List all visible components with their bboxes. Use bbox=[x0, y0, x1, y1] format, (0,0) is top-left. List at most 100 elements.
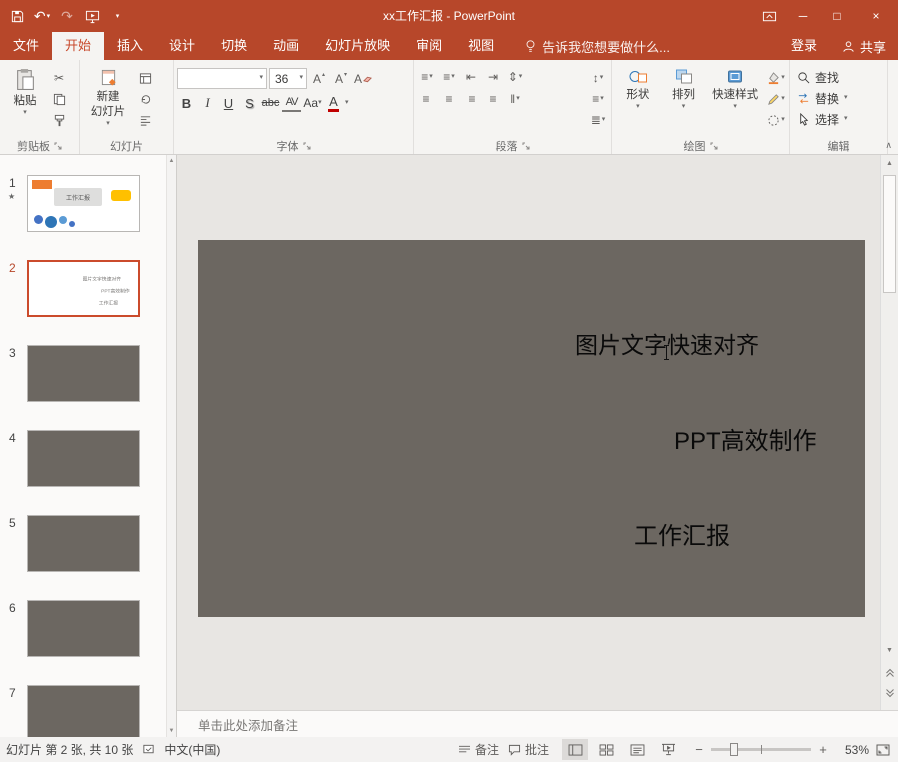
slide-thumbnail-2-selected[interactable]: 2 图片文字快速对齐 PPT高效制作 工作汇报 bbox=[0, 260, 176, 320]
zoom-slider[interactable] bbox=[711, 748, 811, 751]
tab-insert[interactable]: 插入 bbox=[104, 32, 156, 60]
shape-effects-button[interactable]: ▾ bbox=[766, 111, 786, 129]
notes-toggle-button[interactable]: 备注 bbox=[458, 741, 499, 758]
bullets-button[interactable]: ≡▾ bbox=[417, 68, 437, 86]
save-button[interactable] bbox=[6, 4, 28, 28]
close-button[interactable]: × bbox=[854, 0, 898, 32]
change-case-button[interactable]: Aa▾ bbox=[303, 93, 322, 113]
slide-thumbnail-5[interactable]: 5 bbox=[0, 515, 176, 575]
character-spacing-button[interactable]: AV bbox=[282, 95, 301, 112]
text-direction-button[interactable]: ↕▾ bbox=[588, 69, 608, 87]
spell-check-icon[interactable] bbox=[142, 743, 155, 756]
slide-text-line2[interactable]: PPT高效制作 bbox=[674, 421, 817, 456]
main-scrollbar[interactable]: ▲ ▼ bbox=[880, 155, 898, 710]
shape-fill-button[interactable]: ▾ bbox=[766, 69, 786, 87]
collapse-ribbon-button[interactable]: ∧ bbox=[885, 140, 892, 151]
start-from-beginning-button[interactable] bbox=[81, 4, 103, 28]
thumbnail-preview[interactable] bbox=[27, 600, 140, 657]
tab-review[interactable]: 审阅 bbox=[403, 32, 455, 60]
undo-button[interactable]: ↶▾ bbox=[31, 4, 53, 28]
paste-button[interactable]: 粘贴 ▾ bbox=[3, 63, 47, 138]
replace-button[interactable]: 替换▾ bbox=[797, 90, 848, 107]
font-size-combo[interactable]: 36 ▾ bbox=[269, 68, 307, 89]
scroll-up-icon[interactable]: ▲ bbox=[167, 158, 176, 164]
clipboard-dialog-launcher[interactable] bbox=[54, 142, 62, 150]
align-center-button[interactable]: ≡ bbox=[439, 90, 459, 108]
zoom-in-button[interactable]: + bbox=[818, 742, 828, 757]
slide-number[interactable]: 4 bbox=[9, 431, 16, 445]
share-button[interactable]: 共享 bbox=[830, 32, 898, 60]
slide-number[interactable]: 5 bbox=[9, 516, 16, 530]
increase-indent-button[interactable]: ⇥ bbox=[483, 68, 503, 86]
font-name-combo[interactable]: ▾ bbox=[177, 68, 267, 89]
drawing-dialog-launcher[interactable] bbox=[710, 142, 718, 150]
tab-design[interactable]: 设计 bbox=[156, 32, 208, 60]
scroll-up-icon[interactable]: ▲ bbox=[881, 160, 898, 167]
copy-button[interactable] bbox=[49, 90, 69, 108]
thumbnail-preview[interactable]: 图片文字快速对齐 PPT高效制作 工作汇报 bbox=[27, 260, 140, 317]
tab-transitions[interactable]: 切换 bbox=[208, 32, 260, 60]
redo-button[interactable]: ↷ bbox=[56, 4, 78, 28]
zoom-percentage[interactable]: 53% bbox=[835, 743, 869, 757]
slide-thumbnail-4[interactable]: 4 bbox=[0, 430, 176, 490]
thumbnail-preview[interactable] bbox=[27, 685, 140, 737]
reset-slide-button[interactable] bbox=[135, 90, 155, 108]
next-slide-button[interactable] bbox=[881, 688, 898, 698]
slide-number[interactable]: 7 bbox=[9, 686, 16, 700]
fit-to-window-button[interactable] bbox=[876, 744, 890, 756]
bold-button[interactable]: B bbox=[177, 93, 196, 113]
scrollbar-thumb[interactable] bbox=[883, 175, 896, 293]
previous-slide-button[interactable] bbox=[881, 668, 898, 678]
slide-number[interactable]: 2 bbox=[9, 261, 16, 275]
italic-button[interactable]: I bbox=[198, 93, 217, 113]
font-color-button[interactable]: A bbox=[324, 93, 343, 113]
thumbnail-preview[interactable] bbox=[27, 430, 140, 487]
thumbnail-preview[interactable]: 工作汇报 bbox=[27, 175, 140, 232]
quick-styles-button[interactable]: 快速样式 ▾ bbox=[706, 63, 764, 138]
slide-thumbnail-7[interactable]: 7 bbox=[0, 685, 176, 737]
scroll-down-icon[interactable]: ▼ bbox=[881, 647, 898, 654]
cut-button[interactable]: ✂ bbox=[49, 69, 69, 87]
new-slide-button[interactable]: 新建 幻灯片 ▾ bbox=[83, 63, 133, 138]
notes-pane[interactable]: 单击此处添加备注 bbox=[177, 710, 898, 737]
reading-view-button[interactable] bbox=[624, 739, 650, 760]
strikethrough-button[interactable]: abc bbox=[261, 93, 280, 113]
shape-outline-button[interactable]: ▾ bbox=[766, 90, 786, 108]
slide-sorter-view-button[interactable] bbox=[593, 739, 619, 760]
comments-toggle-button[interactable]: 批注 bbox=[508, 741, 549, 758]
align-left-button[interactable]: ≡ bbox=[417, 90, 437, 108]
slide-thumbnail-3[interactable]: 3 bbox=[0, 345, 176, 405]
tab-slideshow[interactable]: 幻灯片放映 bbox=[312, 32, 403, 60]
normal-view-button[interactable] bbox=[562, 739, 588, 760]
section-button[interactable] bbox=[135, 111, 155, 129]
columns-button[interactable]: ‖▾ bbox=[505, 90, 525, 108]
slide-number[interactable]: 6 bbox=[9, 601, 16, 615]
justify-button[interactable]: ≡ bbox=[483, 90, 503, 108]
slide-layout-button[interactable] bbox=[135, 69, 155, 87]
thumbnail-preview[interactable] bbox=[27, 515, 140, 572]
find-button[interactable]: 查找 bbox=[797, 69, 848, 86]
tab-home[interactable]: 开始 bbox=[52, 32, 104, 60]
grow-font-button[interactable]: A▴ bbox=[309, 70, 329, 88]
slide-number[interactable]: 1 bbox=[9, 176, 16, 190]
thumbnail-preview[interactable] bbox=[27, 345, 140, 402]
text-shadow-button[interactable]: S bbox=[240, 93, 259, 113]
tab-file[interactable]: 文件 bbox=[0, 32, 52, 60]
line-spacing-button[interactable]: ⇕▾ bbox=[505, 68, 525, 86]
language-status[interactable]: 中文(中国) bbox=[164, 741, 220, 758]
sign-in-button[interactable]: 登录 bbox=[778, 32, 830, 60]
convert-smartart-button[interactable]: ≣▾ bbox=[588, 111, 608, 129]
customize-qat-button[interactable]: ▾ bbox=[106, 4, 128, 28]
ribbon-display-options-button[interactable] bbox=[752, 0, 786, 32]
shrink-font-button[interactable]: A▾ bbox=[331, 70, 351, 88]
zoom-out-button[interactable]: − bbox=[694, 742, 704, 757]
numbering-button[interactable]: ≡▾ bbox=[439, 68, 459, 86]
align-right-button[interactable]: ≡ bbox=[461, 90, 481, 108]
slide-canvas[interactable]: 图片文字快速对齐 PPT高效制作 工作汇报 bbox=[198, 240, 865, 617]
slide-thumbnail-6[interactable]: 6 bbox=[0, 600, 176, 660]
select-button[interactable]: 选择▾ bbox=[797, 111, 848, 128]
scroll-down-icon[interactable]: ▼ bbox=[167, 728, 176, 734]
slideshow-view-button[interactable] bbox=[655, 739, 681, 760]
tab-animations[interactable]: 动画 bbox=[260, 32, 312, 60]
maximize-button[interactable]: □ bbox=[820, 0, 854, 32]
